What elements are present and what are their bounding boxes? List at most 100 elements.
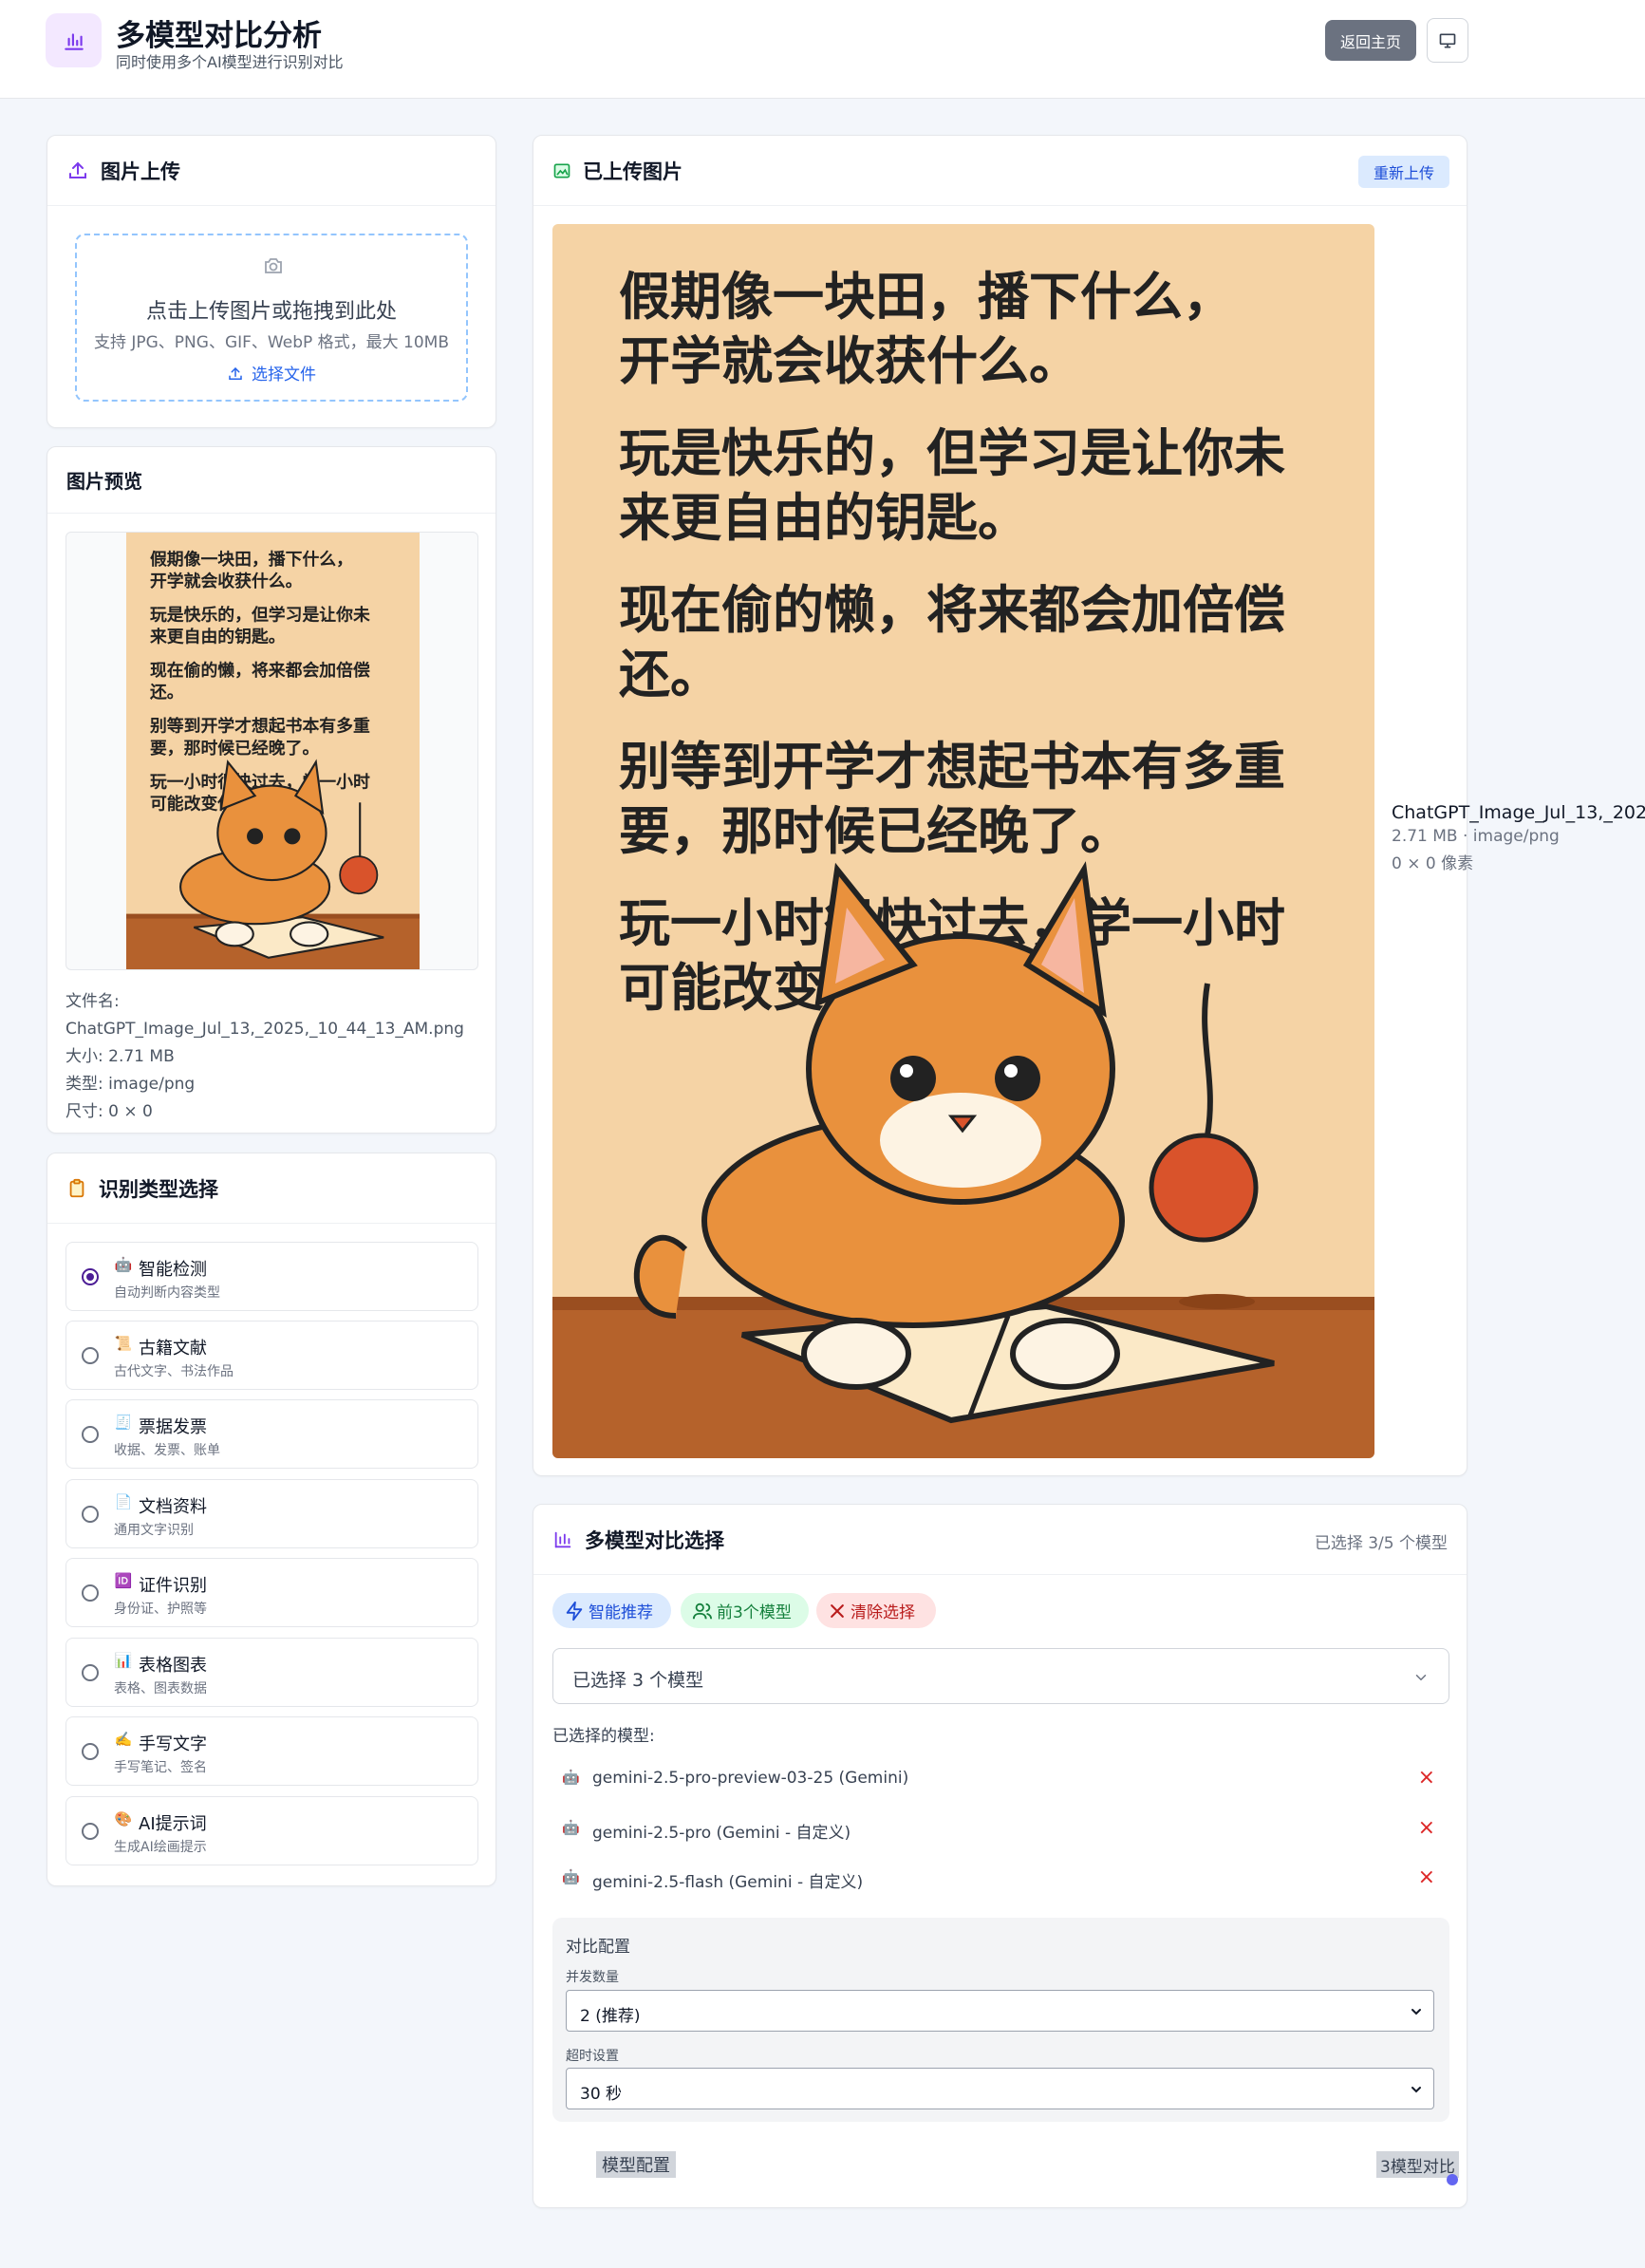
- poster-line: 玩是快乐的，但学习是让你未: [619, 423, 1285, 483]
- choose-file-label: 选择文件: [252, 366, 316, 384]
- preview-card: 图片预览 假期像一块田，播下什么， 开学就会收获什么。 玩是快乐的，但学习是让你…: [47, 446, 496, 1134]
- radio-button[interactable]: [82, 1268, 99, 1285]
- lightning-icon: [566, 1601, 583, 1621]
- radio-button[interactable]: [82, 1347, 99, 1364]
- top3-button[interactable]: 前3个模型: [681, 1593, 809, 1628]
- type-option-smart[interactable]: 🤖 智能检测 自动判断内容类型: [65, 1242, 478, 1311]
- poster-line: 要，那时候已经晚了。: [619, 801, 1131, 861]
- model-name: gemini-2.5-flash (Gemini - 自定义): [592, 1873, 864, 1892]
- type-value: image/png: [108, 1075, 196, 1094]
- selected-count: 已选择 3/5 个模型: [1314, 1534, 1448, 1553]
- file-info: 文件名: ChatGPT_Image_Jul_13,_2025,_10_44_1…: [65, 988, 464, 1126]
- remove-model-button[interactable]: ×: [1418, 1816, 1435, 1840]
- side-meta: 2.71 MB · image/png: [1392, 827, 1560, 846]
- dropzone-title: 点击上传图片或拖拽到此处: [145, 300, 397, 324]
- config-title: 对比配置: [566, 1938, 630, 1957]
- poster-line: 开学就会收获什么。: [619, 331, 1080, 391]
- radio-button[interactable]: [82, 1664, 99, 1681]
- upload-dropzone[interactable]: 点击上传图片或拖拽到此处 支持 JPG、PNG、GIF、WebP 格式，最大 1…: [75, 234, 468, 402]
- clear-selection-button[interactable]: 清除选择: [816, 1593, 936, 1628]
- preview-image-frame: 假期像一块田，播下什么， 开学就会收获什么。 玩是快乐的，但学习是让你未 来更自…: [65, 532, 478, 970]
- reupload-button[interactable]: 重新上传: [1358, 156, 1449, 188]
- monitor-icon: [1439, 33, 1456, 48]
- type-option-table[interactable]: 📊 表格图表 表格、图表数据: [65, 1638, 478, 1707]
- dims-label: 尺寸:: [65, 1102, 103, 1121]
- concurrency-select[interactable]: 2 (推荐): [566, 1990, 1434, 2032]
- type-option-label: 文档资料: [139, 1497, 207, 1517]
- type-card-header: 识别类型选择: [47, 1153, 495, 1224]
- poster-line: 假期像一块田，播下什么，: [619, 267, 1234, 327]
- upload-card: 图片上传 点击上传图片或拖拽到此处 支持 JPG、PNG、GIF、WebP 格式…: [47, 135, 496, 428]
- type-option-document[interactable]: 📄 文档资料 通用文字识别: [65, 1479, 478, 1548]
- preview-line: 来更自由的钥匙。: [149, 627, 286, 647]
- type-title: 识别类型选择: [99, 1177, 218, 1201]
- selected-model-row: 🤖 gemini-2.5-flash (Gemini - 自定义) ×: [552, 1860, 1449, 1898]
- type-option-ancient[interactable]: 📜 古籍文献 古代文字、书法作品: [65, 1321, 478, 1390]
- filename-label: 文件名:: [65, 992, 120, 1011]
- preview-line: 开学就会收获什么。: [150, 571, 303, 591]
- remove-model-button[interactable]: ×: [1418, 1865, 1435, 1889]
- recognition-type-card: 识别类型选择 🤖 智能检测 自动判断内容类型 📜 古籍文献 古代文字、书法作品 …: [47, 1153, 496, 1886]
- radio-button[interactable]: [82, 1743, 99, 1760]
- preview-line: 现在偷的懒，将来都会加倍偿: [150, 660, 370, 681]
- model-config-button[interactable]: 模型配置: [596, 2151, 676, 2178]
- clear-selection-label: 清除选择: [851, 1603, 915, 1622]
- type-option-label: 证件识别: [139, 1576, 207, 1596]
- selected-model-row: 🤖 gemini-2.5-pro (Gemini - 自定义) ×: [552, 1810, 1449, 1848]
- preview-line: 还。: [149, 683, 184, 703]
- timeout-label: 超时设置: [566, 2049, 619, 2064]
- top-bar: 多模型对比分析 同时使用多个AI模型进行识别对比 返回主页: [0, 0, 1645, 99]
- writing-hand-icon: ✍️: [114, 1731, 133, 1748]
- model-multiselect[interactable]: 已选择 3 个模型: [552, 1648, 1449, 1704]
- radio-button[interactable]: [82, 1823, 99, 1840]
- preview-card-header: 图片预览: [47, 447, 495, 514]
- preview-line: 要，那时候已经晚了。: [150, 738, 319, 759]
- monitor-button[interactable]: [1427, 18, 1468, 63]
- side-filename: ChatGPT_Image_Jul_13,_2025: [1392, 802, 1645, 823]
- robot-icon: 🤖: [562, 1769, 580, 1786]
- type-option-label: 古籍文献: [139, 1339, 207, 1359]
- size-label: 大小:: [65, 1047, 103, 1066]
- model-name: gemini-2.5-pro (Gemini - 自定义): [592, 1824, 851, 1843]
- model-name: gemini-2.5-pro-preview-03-25 (Gemini): [592, 1769, 909, 1788]
- type-option-label: 智能检测: [139, 1260, 207, 1280]
- upload-card-header: 图片上传: [47, 136, 495, 206]
- type-option-handwriting[interactable]: ✍️ 手写文字 手写笔记、签名: [65, 1716, 478, 1786]
- clipboard-icon: [69, 1178, 84, 1197]
- timeout-select[interactable]: 30 秒: [566, 2068, 1434, 2109]
- uploaded-image-card: 已上传图片 重新上传 假期像一块田，播下什么， 开学就会收获什么。 玩是快乐的，…: [533, 135, 1645, 1476]
- preview-line: 别等到开学才想起书本有多重: [149, 716, 370, 737]
- preview-image: 假期像一块田，播下什么， 开学就会收获什么。 玩是快乐的，但学习是让你未 来更自…: [126, 533, 420, 969]
- type-option-label: 票据发票: [139, 1417, 207, 1437]
- upload-icon: [69, 161, 86, 178]
- smart-recommend-button[interactable]: 智能推荐: [552, 1593, 671, 1628]
- size-value: 2.71 MB: [108, 1047, 175, 1066]
- chart-icon: 📊: [114, 1652, 133, 1669]
- selected-models-label: 已选择的模型:: [552, 1727, 655, 1746]
- radio-button[interactable]: [82, 1584, 99, 1602]
- id-card-icon: 🆔: [114, 1572, 133, 1589]
- bar-chart-icon: [554, 1531, 571, 1547]
- type-option-label: 表格图表: [139, 1656, 207, 1676]
- chevron-down-icon: [1415, 1675, 1427, 1681]
- type-option-ai-prompt[interactable]: 🎨 AI提示词 生成AI绘画提示: [65, 1796, 478, 1865]
- robot-icon: 🤖: [562, 1868, 580, 1885]
- users-icon: [692, 1603, 713, 1619]
- document-icon: 📄: [114, 1493, 133, 1510]
- type-option-invoice[interactable]: 🧾 票据发票 收据、发票、账单: [65, 1399, 478, 1469]
- home-button[interactable]: 返回主页: [1325, 20, 1416, 61]
- start-compare-button[interactable]: 3模型对比: [1376, 2151, 1459, 2178]
- preview-line: 玩是快乐的，但学习是让你未: [150, 604, 370, 625]
- image-icon: [553, 163, 570, 178]
- upload-small-icon: [229, 366, 242, 380]
- type-option-id[interactable]: 🆔 证件识别 身份证、护照等: [65, 1558, 478, 1627]
- type-option-desc: 生成AI绘画提示: [114, 1840, 207, 1855]
- choose-file-button[interactable]: 选择文件: [77, 361, 466, 384]
- remove-model-button[interactable]: ×: [1418, 1766, 1435, 1790]
- type-option-desc: 通用文字识别: [114, 1523, 194, 1538]
- radio-button[interactable]: [82, 1426, 99, 1443]
- model-multiselect-value: 已选择 3 个模型: [572, 1670, 704, 1691]
- radio-button[interactable]: [82, 1506, 99, 1523]
- poster-line: 来更自由的钥匙。: [619, 488, 1029, 548]
- type-option-desc: 古代文字、书法作品: [114, 1364, 234, 1379]
